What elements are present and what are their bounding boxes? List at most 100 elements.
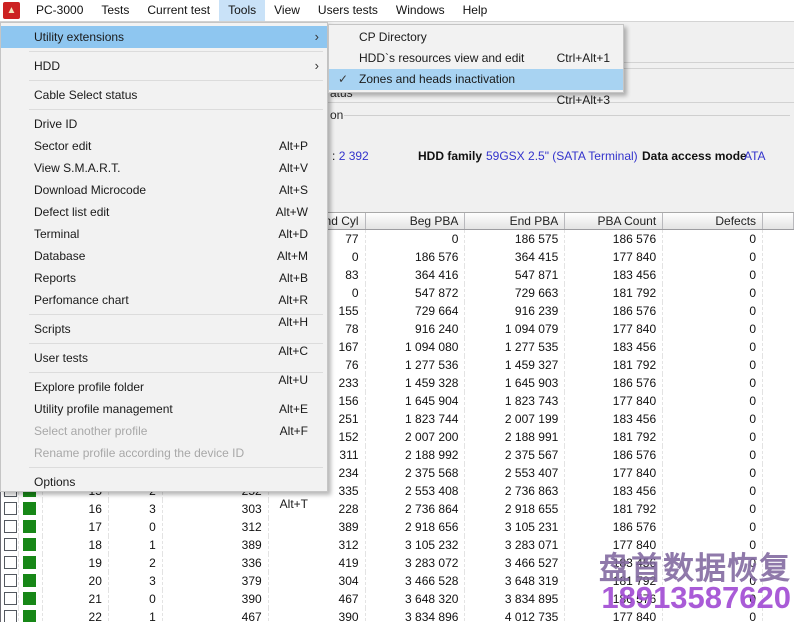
cell-pba_count: 183 456 xyxy=(565,266,664,284)
menu-item-perfomance-chart[interactable]: Perfomance chart Alt+H xyxy=(1,289,327,329)
cell-pba_count: 177 840 xyxy=(565,320,664,338)
menu-item-utility-profile-management[interactable]: Utility profile management Alt+F xyxy=(1,398,327,438)
menubar-item-tools[interactable]: Tools xyxy=(219,0,266,21)
menu-item-utility-extensions[interactable]: Utility extensions › xyxy=(1,26,327,48)
menu-item-explore-profile-folder[interactable]: Explore profile folder Alt+E xyxy=(1,376,327,416)
cell-defects: 0 xyxy=(663,464,764,482)
menu-item-rename-profile-according-the-device-id[interactable]: Rename profile according the device ID xyxy=(1,442,327,464)
cell-end_cyl: 419 xyxy=(269,554,366,572)
table-row[interactable]: 21 0 390 467 3 648 320 3 834 895 186 576 0 xyxy=(1,590,794,608)
row-checkbox[interactable] xyxy=(4,592,17,605)
cell-end_pba: 364 415 xyxy=(465,248,566,266)
row-checkbox[interactable] xyxy=(4,538,17,551)
data-access-mode-value: ATA xyxy=(744,149,766,163)
cell-pba_count: 186 576 xyxy=(565,374,664,392)
menubar-item-pc-3000[interactable]: PC-3000 xyxy=(27,0,92,21)
cell-defects: 0 xyxy=(663,500,764,518)
menu-item-label: Explore profile folder xyxy=(34,380,145,394)
menubar-item-view[interactable]: View xyxy=(265,0,309,21)
menu-item-label: Select another profile xyxy=(34,424,148,438)
filler-cell xyxy=(763,608,794,622)
submenu-item-cp-directory[interactable]: CP Directory Ctrl+Alt+1 xyxy=(329,27,623,65)
cell-beg_pba: 3 466 528 xyxy=(366,572,466,590)
filler-cell xyxy=(763,536,794,554)
table-row[interactable]: 18 1 389 312 3 105 232 3 283 071 177 840 0 xyxy=(1,536,794,554)
checkbox-cell xyxy=(1,518,19,536)
menu-item-hdd[interactable]: HDD › xyxy=(1,55,327,77)
cell-hd: 0 xyxy=(109,518,163,536)
cell-zone: 20 xyxy=(43,572,109,590)
column-header-pba-count[interactable]: PBA Count xyxy=(565,213,664,229)
row-checkbox[interactable] xyxy=(4,610,17,622)
menubar-item-windows[interactable]: Windows xyxy=(387,0,454,21)
menubar-item-current-test[interactable]: Current test xyxy=(138,0,219,21)
cell-end_pba: 3 648 319 xyxy=(465,572,566,590)
cylinders-value-fragment: : 2 392 xyxy=(332,149,369,163)
column-header-beg-pba[interactable]: Beg PBA xyxy=(366,213,466,229)
cell-hd: 1 xyxy=(109,536,163,554)
cell-pba_count: 186 576 xyxy=(565,230,664,248)
cell-end_pba: 2 007 199 xyxy=(465,410,566,428)
table-row[interactable]: 20 3 379 304 3 466 528 3 648 319 181 792 0 xyxy=(1,572,794,590)
menubar-item-help[interactable]: Help xyxy=(454,0,497,21)
menu-item-database[interactable]: Database Alt+B xyxy=(1,245,327,285)
menu-item-terminal[interactable]: Terminal Alt+M xyxy=(1,223,327,263)
cell-beg_pba: 2 553 408 xyxy=(366,482,466,500)
menu-item-label: Sector edit xyxy=(34,139,92,153)
filler-cell xyxy=(763,374,794,392)
menu-item-select-another-profile[interactable]: Select another profile xyxy=(1,420,327,442)
row-checkbox[interactable] xyxy=(4,502,17,515)
filler-cell xyxy=(763,356,794,374)
menu-item-view-s-m-a-r-t[interactable]: View S.M.A.R.T. Alt+S xyxy=(1,157,327,197)
menu-item-label: Utility extensions xyxy=(34,30,125,44)
menu-item-sector-edit[interactable]: Sector edit Alt+V xyxy=(1,135,327,175)
cell-beg_pba: 1 823 744 xyxy=(366,410,466,428)
status-cell xyxy=(19,518,43,536)
cell-beg_pba: 2 736 864 xyxy=(366,500,466,518)
cell-end_pba: 2 375 567 xyxy=(465,446,566,464)
menu-item-shortcut: Alt+T xyxy=(279,497,308,511)
cell-defects: 0 xyxy=(663,266,764,284)
menu-item-cable-select-status[interactable]: Cable Select status xyxy=(1,84,327,106)
cell-end_pba: 3 466 527 xyxy=(465,554,566,572)
cell-zone: 21 xyxy=(43,590,109,608)
menu-item-label: Database xyxy=(34,249,86,263)
column-header-end-pba[interactable]: End PBA xyxy=(465,213,566,229)
filler-cell xyxy=(763,500,794,518)
row-checkbox[interactable] xyxy=(4,520,17,533)
table-row[interactable]: 22 1 467 390 3 834 896 4 012 735 177 840 0 xyxy=(1,608,794,622)
submenu-item-label: HDD`s resources view and edit xyxy=(359,51,525,65)
column-header-defects[interactable]: Defects xyxy=(663,213,764,229)
menubar-item-users-tests[interactable]: Users tests xyxy=(309,0,387,21)
menu-item-reports[interactable]: Reports Alt+R xyxy=(1,267,327,307)
cell-beg_pba: 547 872 xyxy=(366,284,466,302)
menu-item-defect-list-edit[interactable]: Defect list edit Alt+D xyxy=(1,201,327,241)
menu-item-scripts[interactable]: Scripts Alt+C xyxy=(1,318,327,358)
filler-cell xyxy=(763,284,794,302)
cell-beg_pba: 2 375 568 xyxy=(366,464,466,482)
table-row[interactable]: 17 0 312 389 2 918 656 3 105 231 186 576 0 xyxy=(1,518,794,536)
cell-pba_count: 183 456 xyxy=(565,482,664,500)
menubar-item-tests[interactable]: Tests xyxy=(92,0,138,21)
cell-beg_cyl: 390 xyxy=(163,590,269,608)
submenu-item-hdd-s-resources-view-and-edit[interactable]: HDD`s resources view and editCtrl+Alt+2 xyxy=(329,48,623,86)
table-row[interactable]: 19 2 336 419 3 283 072 3 466 527 183 456 0 xyxy=(1,554,794,572)
status-indicator xyxy=(22,502,36,515)
filler-cell xyxy=(763,482,794,500)
cell-beg_pba: 1 645 904 xyxy=(366,392,466,410)
cell-pba_count: 177 840 xyxy=(565,464,664,482)
menu-item-options[interactable]: Options Alt+T xyxy=(1,471,327,511)
column-header-col10[interactable] xyxy=(763,213,794,229)
submenu-item-zones-and-heads-inactivation[interactable]: ✓ Zones and heads inactivation Ctrl+Alt+3 xyxy=(329,69,623,107)
cell-beg_cyl: 379 xyxy=(163,572,269,590)
row-checkbox[interactable] xyxy=(4,574,17,587)
menu-item-user-tests[interactable]: User tests Alt+U xyxy=(1,347,327,387)
menu-separator xyxy=(29,467,323,468)
table-row[interactable]: 16 3 303 228 2 736 864 2 918 655 181 792 0 xyxy=(1,500,794,518)
menu-item-download-microcode[interactable]: Download Microcode Alt+W xyxy=(1,179,327,219)
row-checkbox[interactable] xyxy=(4,556,17,569)
menu-item-drive-id[interactable]: Drive ID Alt+P xyxy=(1,113,327,153)
menu-item-label: Rename profile according the device ID xyxy=(34,446,245,460)
menu-item-label: View S.M.A.R.T. xyxy=(34,161,121,175)
filler-cell xyxy=(763,464,794,482)
